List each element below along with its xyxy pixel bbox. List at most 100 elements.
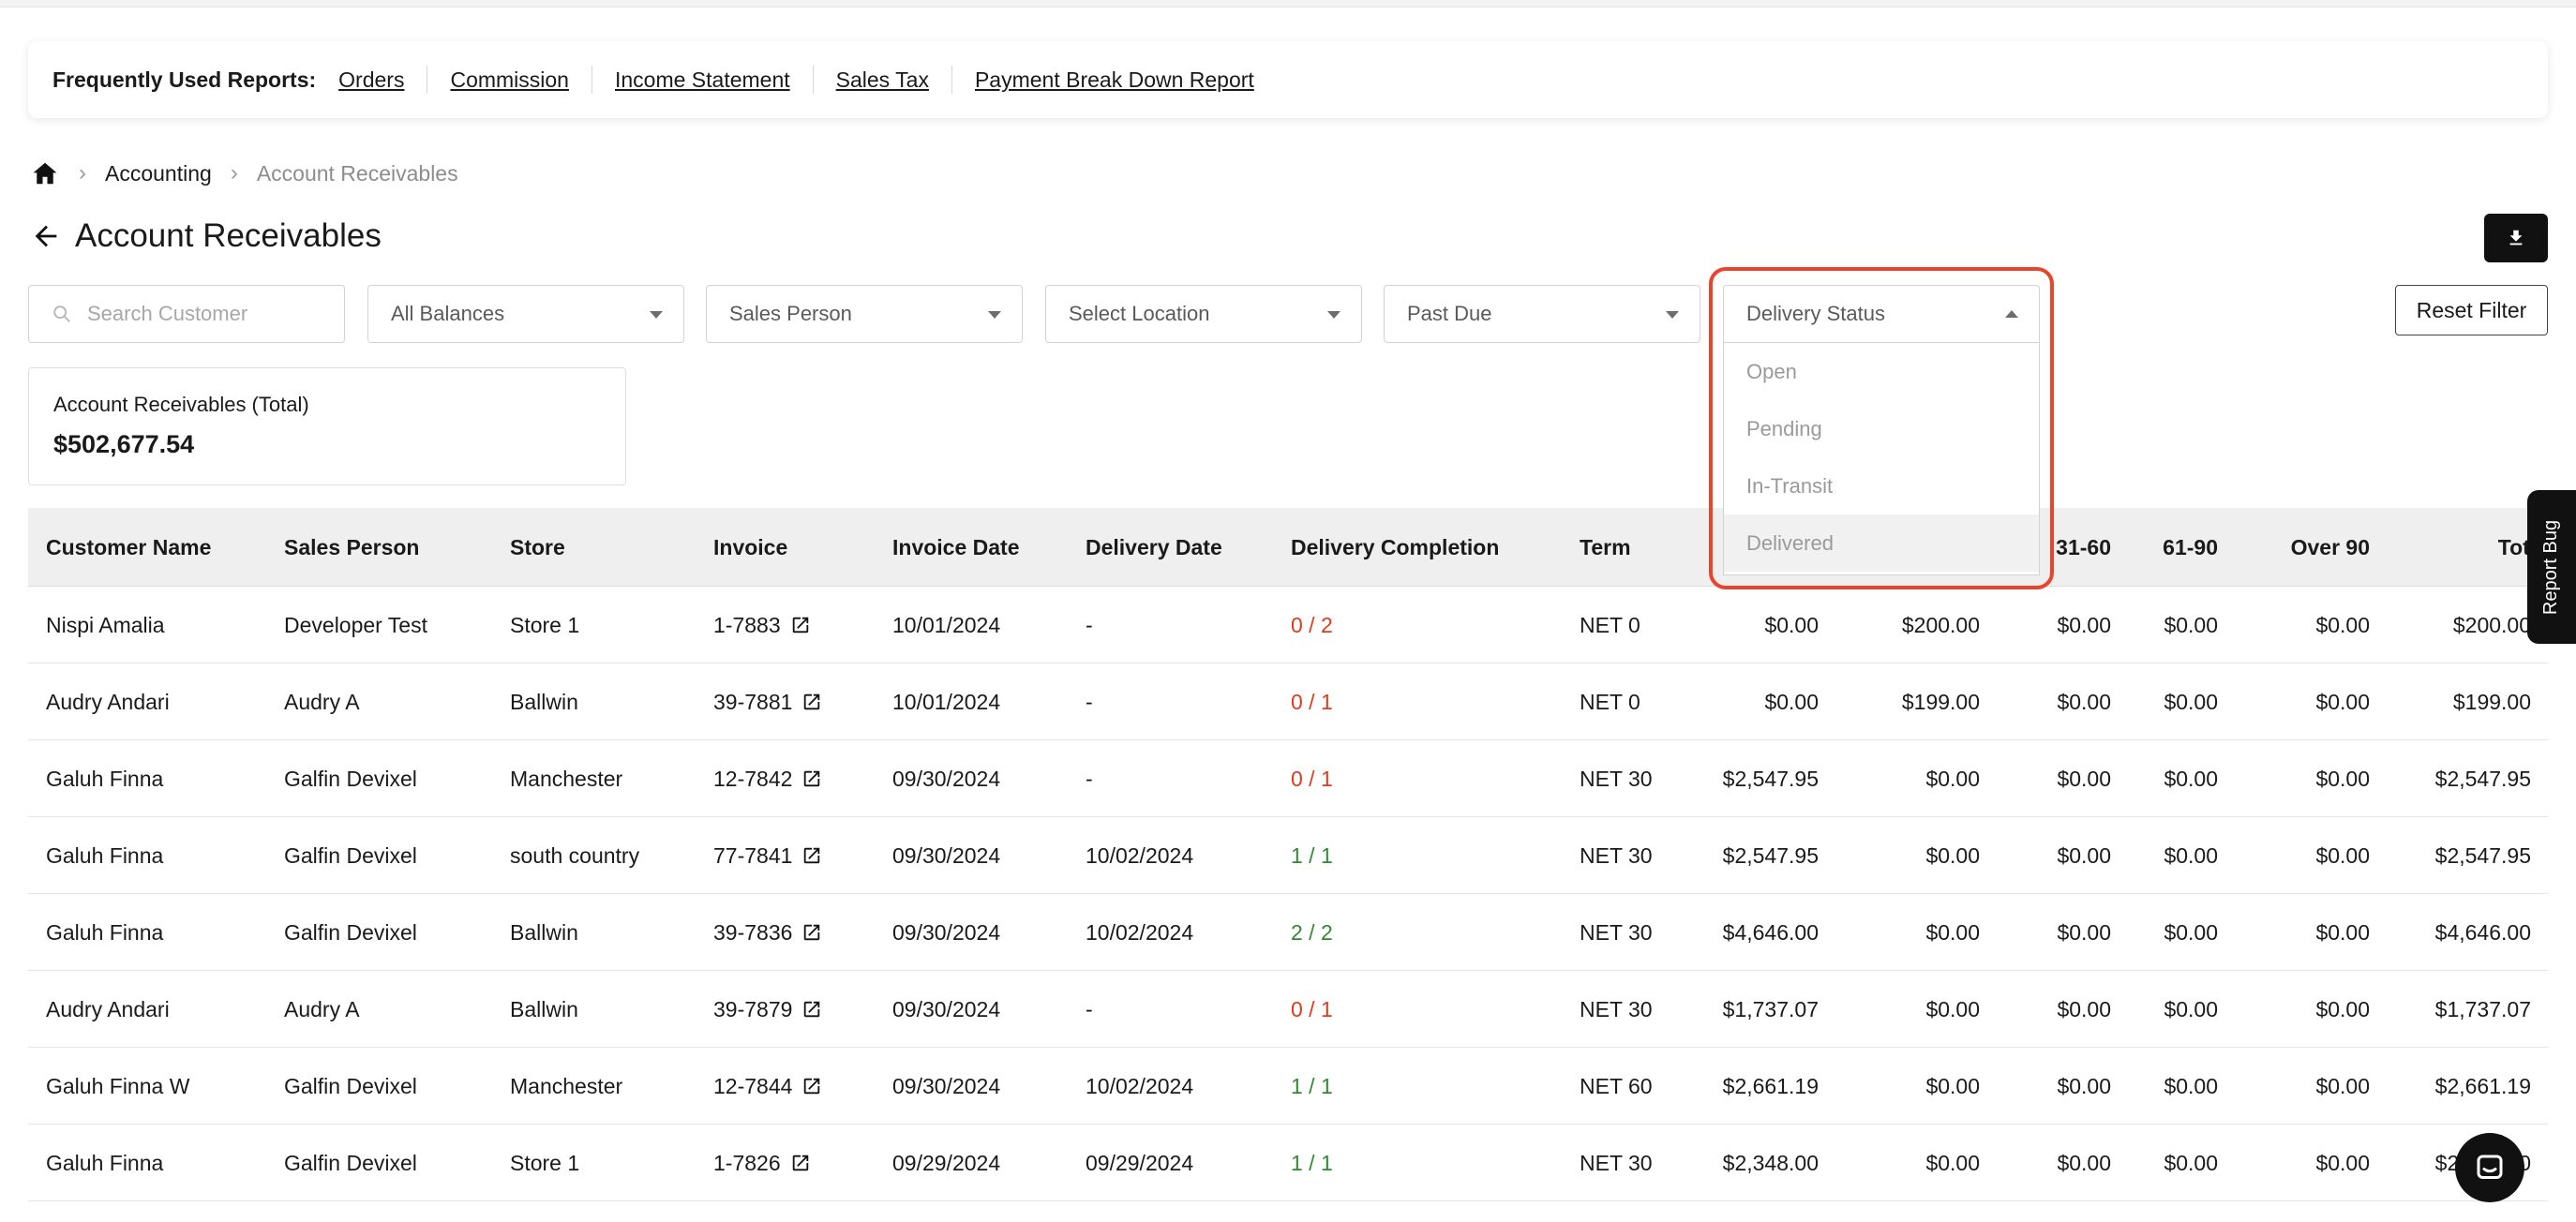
invoice-number[interactable]: 39-7879 bbox=[713, 997, 792, 1021]
external-link-icon[interactable] bbox=[790, 615, 811, 635]
col-sales-person[interactable]: Sales Person bbox=[284, 508, 419, 587]
download-button[interactable] bbox=[2484, 214, 2548, 262]
chevron-right-icon: › bbox=[79, 160, 86, 186]
cell-invoice[interactable]: 12-7842 bbox=[713, 740, 822, 817]
cell-delivery-date: 09/29/2024 bbox=[1086, 1151, 1194, 1175]
cell-1-30: $200.00 bbox=[1901, 613, 1980, 637]
cell-total: $199.00 bbox=[2452, 690, 2531, 714]
col-31-60[interactable]: 31-60 bbox=[2056, 508, 2111, 587]
cell-invoice-date: 09/30/2024 bbox=[892, 997, 1001, 1021]
external-link-icon[interactable] bbox=[801, 999, 822, 1020]
col-store[interactable]: Store bbox=[510, 508, 565, 587]
invoice-number[interactable]: 77-7841 bbox=[713, 843, 792, 868]
cell-sales-person: Galfin Devixel bbox=[284, 1151, 417, 1175]
cell-store: Ballwin bbox=[510, 690, 578, 714]
chevron-up-icon bbox=[2005, 310, 2018, 318]
col-term[interactable]: Term bbox=[1580, 508, 1631, 587]
invoice-number[interactable]: 12-7842 bbox=[713, 767, 792, 791]
report-bug-button[interactable]: Report Bug bbox=[2527, 490, 2576, 644]
cell-delivery-completion: 0 / 1 bbox=[1291, 997, 1333, 1021]
col-customer-name[interactable]: Customer Name bbox=[46, 508, 211, 587]
report-link-orders[interactable]: Orders bbox=[325, 66, 427, 94]
external-link-icon[interactable] bbox=[801, 1076, 822, 1096]
delivery-option-open[interactable]: Open bbox=[1724, 343, 2039, 400]
cell-61-90: $0.00 bbox=[2164, 1074, 2218, 1098]
cell-over-90: $0.00 bbox=[2315, 997, 2370, 1021]
invoice-number[interactable]: 1-7883 bbox=[713, 613, 781, 637]
cell-over-90: $0.00 bbox=[2315, 1151, 2370, 1175]
report-bug-label: Report Bug bbox=[2540, 519, 2562, 615]
delivery-option-pending[interactable]: Pending bbox=[1724, 400, 2039, 457]
back-arrow-icon[interactable] bbox=[30, 220, 62, 252]
invoice-number[interactable]: 39-7836 bbox=[713, 920, 792, 945]
col-delivery-date[interactable]: Delivery Date bbox=[1086, 508, 1222, 587]
cell-invoice[interactable]: 39-7881 bbox=[713, 663, 822, 740]
table-row[interactable]: Audry Andari Audry A Ballwin 39-7881 10/… bbox=[28, 663, 2548, 740]
external-link-icon[interactable] bbox=[801, 692, 822, 712]
delivery-option-delivered[interactable]: Delivered bbox=[1724, 514, 2039, 572]
table-row[interactable]: Galuh Finna Galfin Devixel south country… bbox=[28, 817, 2548, 894]
cell-delivery-date: - bbox=[1086, 613, 1093, 637]
cell-invoice-date: 09/30/2024 bbox=[892, 843, 1001, 868]
table-row[interactable]: Galuh Finna W Galfin Devixel Manchester … bbox=[28, 1048, 2548, 1125]
cell-store: Store 1 bbox=[510, 1151, 580, 1175]
col-over-90[interactable]: Over 90 bbox=[2291, 508, 2370, 587]
external-link-icon[interactable] bbox=[801, 768, 822, 789]
table-row[interactable]: Galuh Finna Galfin Devixel Ballwin 39-78… bbox=[28, 894, 2548, 971]
report-link-income-statement[interactable]: Income Statement bbox=[591, 66, 813, 94]
cell-31-60: $0.00 bbox=[2057, 920, 2111, 945]
table-row[interactable]: Galuh Finna Galfin Devixel Store 1 1-782… bbox=[28, 1125, 2548, 1201]
location-select[interactable]: Select Location bbox=[1045, 285, 1362, 343]
cell-invoice[interactable]: 77-7841 bbox=[713, 817, 822, 894]
report-link-payment-breakdown[interactable]: Payment Break Down Report bbox=[951, 66, 1277, 94]
col-61-90[interactable]: 61-90 bbox=[2163, 508, 2218, 587]
balances-select[interactable]: All Balances bbox=[367, 285, 684, 343]
report-link-sales-tax[interactable]: Sales Tax bbox=[812, 66, 951, 94]
delivery-status-select-value: Delivery Status bbox=[1746, 302, 1885, 325]
cell-customer: Galuh Finna bbox=[46, 767, 164, 791]
invoice-number[interactable]: 1-7826 bbox=[713, 1151, 781, 1175]
external-link-icon[interactable] bbox=[801, 922, 822, 943]
download-icon bbox=[2509, 230, 2523, 246]
report-link-commission[interactable]: Commission bbox=[427, 66, 592, 94]
col-invoice-date[interactable]: Invoice Date bbox=[892, 508, 1020, 587]
cell-invoice[interactable]: 39-7836 bbox=[713, 894, 822, 971]
chat-launcher-button[interactable] bbox=[2455, 1133, 2524, 1202]
cell-customer: Nispi Amalia bbox=[46, 613, 165, 637]
cell-invoice-date: 09/30/2024 bbox=[892, 767, 1001, 791]
cell-invoice-date: 09/30/2024 bbox=[892, 920, 1001, 945]
external-link-icon[interactable] bbox=[790, 1153, 811, 1173]
invoice-number[interactable]: 12-7844 bbox=[713, 1074, 792, 1098]
cell-invoice[interactable]: 1-7826 bbox=[713, 1125, 811, 1201]
page-header: Account Receivables bbox=[30, 214, 382, 259]
cell-store: Manchester bbox=[510, 767, 623, 791]
invoice-number[interactable]: 39-7881 bbox=[713, 690, 792, 714]
delivery-option-in-transit[interactable]: In-Transit bbox=[1724, 457, 2039, 514]
past-due-select[interactable]: Past Due bbox=[1384, 285, 1700, 343]
reset-filter-button[interactable]: Reset Filter bbox=[2395, 285, 2548, 335]
cell-invoice-date: 09/30/2024 bbox=[892, 1074, 1001, 1098]
home-icon[interactable] bbox=[30, 159, 60, 187]
cell-invoice[interactable]: 12-7844 bbox=[713, 1048, 822, 1125]
search-customer-input[interactable]: Search Customer bbox=[28, 285, 345, 343]
breadcrumb-accounting[interactable]: Accounting bbox=[105, 161, 212, 186]
external-link-icon[interactable] bbox=[801, 845, 822, 866]
table-row[interactable]: Nispi Amalia Developer Test Store 1 1-78… bbox=[28, 587, 2548, 663]
cell-delivery-date: 10/02/2024 bbox=[1086, 843, 1194, 868]
cell-1-30: $199.00 bbox=[1901, 690, 1980, 714]
cell-61-90: $0.00 bbox=[2164, 997, 2218, 1021]
col-invoice[interactable]: Invoice bbox=[713, 508, 787, 587]
delivery-status-select[interactable]: Delivery Status bbox=[1723, 285, 2040, 343]
table-row[interactable]: Audry Andari Audry A Ballwin 39-7879 09/… bbox=[28, 971, 2548, 1048]
breadcrumb-current: Account Receivables bbox=[256, 160, 458, 186]
table-row[interactable]: Galuh Finna Galfin Devixel Manchester 12… bbox=[28, 740, 2548, 817]
cell-current: $0.00 bbox=[1764, 690, 1819, 714]
frequent-reports-title: Frequently Used Reports: bbox=[52, 67, 317, 92]
col-delivery-completion[interactable]: Delivery Completion bbox=[1291, 508, 1499, 587]
cell-store: Ballwin bbox=[510, 920, 578, 945]
cell-invoice[interactable]: 1-7883 bbox=[713, 587, 811, 663]
sales-person-select-value: Sales Person bbox=[729, 302, 852, 325]
sales-person-select[interactable]: Sales Person bbox=[706, 285, 1023, 343]
cell-invoice[interactable]: 39-7879 bbox=[713, 971, 822, 1048]
cell-31-60: $0.00 bbox=[2057, 613, 2111, 637]
